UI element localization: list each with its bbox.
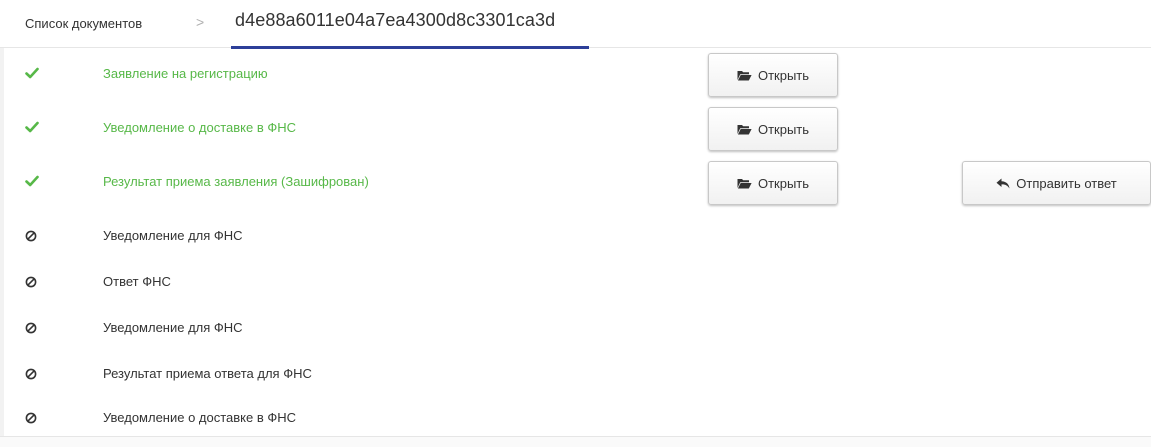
document-id-title: d4e88a6011e04a7ea4300d8c3301ca3d	[235, 10, 556, 30]
document-title: Уведомление для ФНС	[103, 320, 243, 335]
folder-open-icon	[737, 178, 752, 189]
document-row: Уведомление для ФНС	[0, 306, 1151, 352]
ban-icon	[25, 320, 39, 334]
ban-icon	[25, 410, 39, 424]
document-title: Результат приема ответа для ФНС	[103, 366, 312, 381]
breadcrumb-separator: >	[196, 14, 205, 30]
ban-icon	[25, 228, 39, 242]
document-row: Результат приема ответа для ФНС	[0, 352, 1151, 398]
document-title: Уведомление о доставке в ФНС	[103, 120, 297, 135]
open-button[interactable]: Открыть	[708, 53, 838, 97]
document-row: Результат приема заявления (Зашифрован) …	[0, 160, 1151, 206]
document-title: Результат приема заявления (Зашифрован)	[103, 174, 369, 189]
send-reply-button[interactable]: Отправить ответ	[962, 161, 1151, 205]
document-row: Заявление на регистрацию Открыть	[0, 52, 1151, 98]
check-icon	[25, 120, 39, 134]
check-icon	[25, 66, 39, 80]
document-title: Заявление на регистрацию	[103, 66, 268, 81]
reply-icon	[996, 178, 1010, 189]
document-row: Ответ ФНС	[0, 260, 1151, 306]
breadcrumb-current-tab: d4e88a6011e04a7ea4300d8c3301ca3d	[231, 0, 589, 49]
open-button-label: Открыть	[757, 67, 810, 83]
send-reply-button-label: Отправить ответ	[1016, 175, 1117, 191]
ban-icon	[25, 366, 39, 380]
open-button[interactable]: Открыть	[708, 107, 838, 151]
document-row: Уведомление для ФНС	[0, 214, 1151, 260]
breadcrumb-documents-list-link[interactable]: Список документов	[25, 16, 142, 31]
ban-icon	[25, 274, 39, 288]
open-button[interactable]: Открыть	[708, 161, 838, 205]
document-row: Уведомление о доставке в ФНС Открыть	[0, 106, 1151, 152]
folder-open-icon	[737, 124, 752, 135]
document-title: Уведомление для ФНС	[103, 228, 243, 243]
open-button-label: Открыть	[757, 175, 810, 191]
document-title: Уведомление о доставке в ФНС	[103, 410, 297, 425]
document-title: Ответ ФНС	[103, 274, 171, 289]
open-button-label: Открыть	[757, 121, 810, 137]
breadcrumb: Список документов > d4e88a6011e04a7ea430…	[0, 0, 1151, 49]
folder-open-icon	[737, 70, 752, 81]
table-bottom-border	[0, 436, 1151, 447]
check-icon	[25, 174, 39, 188]
